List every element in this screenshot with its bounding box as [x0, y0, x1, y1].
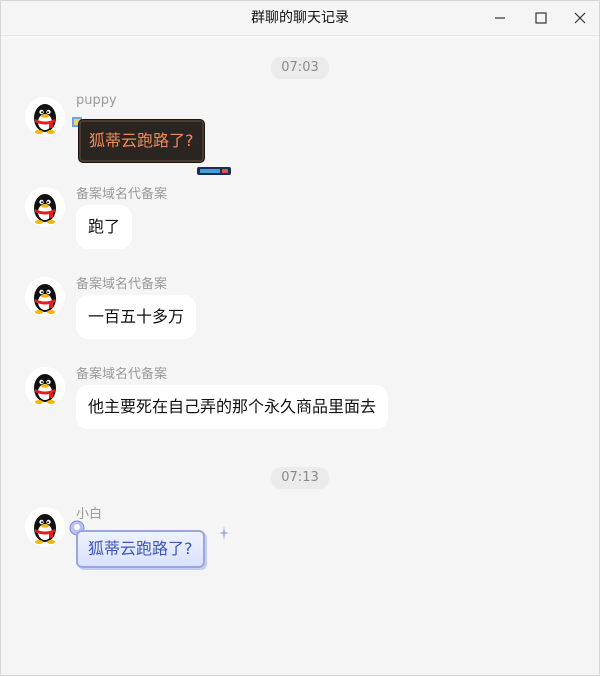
message-bubble[interactable]: 狐蒂云跑路了? — [79, 120, 204, 162]
avatar[interactable] — [25, 507, 65, 547]
message-bubble[interactable]: 跑了 — [76, 205, 133, 249]
penguin-avatar-icon — [34, 514, 56, 544]
maximize-icon — [535, 12, 547, 24]
sender-name: puppy — [76, 93, 117, 108]
message-bubble[interactable]: 他主要死在自己弄的那个永久商品里面去 — [76, 385, 389, 429]
maximize-button[interactable] — [528, 5, 554, 31]
minimize-button[interactable] — [487, 5, 513, 31]
timestamp: 07:03 — [1, 56, 599, 79]
penguin-avatar-icon — [34, 374, 56, 404]
penguin-avatar-icon — [34, 284, 56, 314]
penguin-avatar-icon — [34, 194, 56, 224]
close-button[interactable] — [567, 5, 593, 31]
avatar[interactable] — [25, 367, 65, 407]
avatar[interactable] — [25, 277, 65, 317]
penguin-avatar-icon — [34, 104, 56, 134]
sender-name: 备案域名代备案 — [76, 187, 168, 202]
timestamp: 07:13 — [1, 466, 599, 489]
chat-history-window: 群聊的聊天记录 07:03 puppy 狐蒂云跑路了? 备案域名代备案 跑了 备… — [0, 0, 600, 676]
bubble-decoration-icon — [197, 161, 231, 180]
message-bubble[interactable]: 狐蒂云跑路了? — [76, 530, 205, 568]
sender-name: 备案域名代备案 — [76, 277, 168, 292]
minimize-icon — [495, 17, 505, 19]
title-bar[interactable]: 群聊的聊天记录 — [1, 1, 599, 36]
sender-name: 备案域名代备案 — [76, 367, 168, 382]
close-icon — [574, 12, 586, 24]
sparkle-icon — [219, 525, 229, 544]
avatar[interactable] — [25, 187, 65, 227]
avatar[interactable] — [25, 97, 65, 137]
message-bubble[interactable]: 一百五十多万 — [76, 295, 197, 339]
